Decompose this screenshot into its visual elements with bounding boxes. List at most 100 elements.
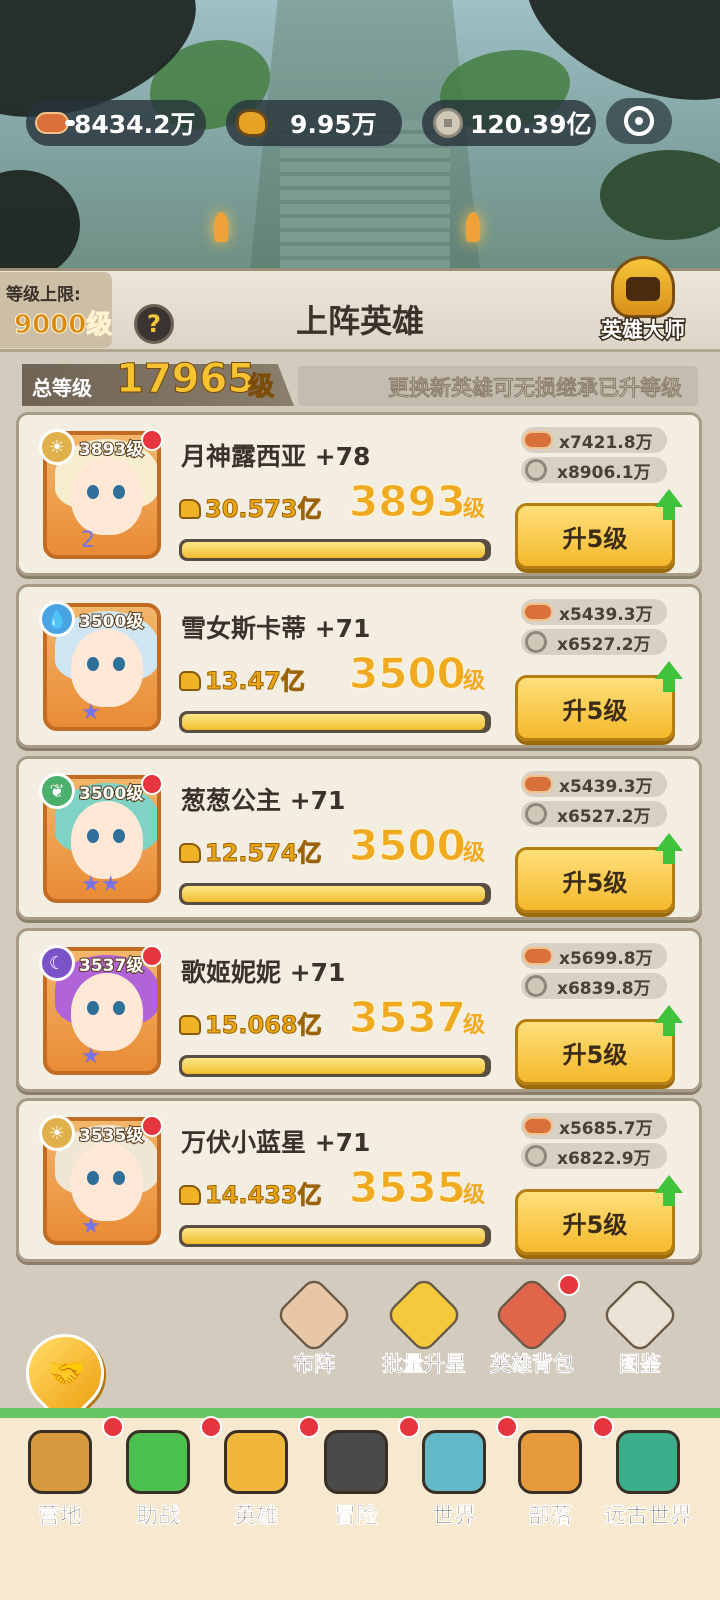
nav-camp[interactable]: 营地 [10, 1416, 124, 1530]
hero-power: 15.068亿 [179, 1005, 322, 1040]
meat-cost-value: x5685.7万 [559, 1118, 653, 1139]
meat-icon [32, 103, 75, 143]
hero-card[interactable]: ★★ ❦ 3500级 葱葱公主 +71 12.574亿 3500 级 x5439… [16, 756, 702, 920]
codex-button[interactable]: 图鉴 [590, 1275, 690, 1378]
hero-level-unit: 级 [463, 1013, 486, 1038]
hero-card[interactable]: ★ 💧 3500级 雪女斯卡蒂 +71 13.47亿 3500 级 x5439.… [16, 584, 702, 748]
hero-progress-fill [182, 714, 485, 730]
upgrade-button[interactable]: 升5级 [515, 675, 675, 741]
notification-dot [141, 1115, 163, 1137]
meat-cost: x5439.3万 [521, 599, 667, 625]
meat-cost-value: x7421.8万 [559, 432, 653, 453]
notification-dot [141, 945, 163, 967]
action-label: 英雄背包 [490, 1352, 575, 1377]
coin-cost-value: x6822.9万 [557, 1148, 651, 1169]
total-level-unit: 级 [247, 372, 275, 403]
hero-eye [87, 1001, 99, 1015]
meat-icon [523, 775, 553, 793]
star-rank: ★★ [81, 872, 121, 897]
hero-master-button[interactable]: 英雄大师 [595, 256, 691, 352]
batch-star-button[interactable]: 批量升星 [374, 1275, 474, 1378]
nav-world[interactable]: 世界 [404, 1416, 518, 1530]
hero-face [71, 1143, 143, 1221]
hero-card[interactable]: ★ ☀ 3535级 万伏小蓝星 +71 14.433亿 3535 级 x5685… [16, 1098, 702, 1262]
notification-dot [558, 1274, 580, 1296]
upgrade-button[interactable]: 升5级 [515, 1189, 675, 1255]
hero-progress-bar [179, 1225, 491, 1247]
hero-progress-bar [179, 883, 491, 905]
nav-label: 助战 [135, 1504, 181, 1530]
tribe-icon [518, 1430, 582, 1494]
coin-cost: x6822.9万 [521, 1143, 667, 1169]
hero-card[interactable]: ★ ☾ 3537级 歌姬妮妮 +71 15.068亿 3537 级 x5699.… [16, 928, 702, 1092]
upgrade-button[interactable]: 升5级 [515, 1019, 675, 1085]
hero-eye [87, 1171, 99, 1185]
nav-ancient-world[interactable]: 远古世界 [598, 1430, 698, 1530]
fist-icon [179, 843, 201, 863]
action-label: 布阵 [293, 1352, 336, 1377]
hero-eye [87, 829, 99, 843]
hero-name: 雪女斯卡蒂 +71 [181, 614, 371, 643]
hero-face [71, 629, 143, 707]
nav-adventure[interactable]: 冒险 [306, 1416, 420, 1530]
upgrade-button[interactable]: 升5级 [515, 847, 675, 913]
hero-name: 月神露西亚 +78 [181, 442, 371, 471]
coin-cost-value: x6527.2万 [557, 634, 651, 655]
settings-button[interactable] [606, 98, 672, 144]
nav-hero[interactable]: 英雄 [206, 1416, 320, 1530]
total-level-value: 17965 [115, 356, 256, 403]
meat-resource[interactable]: 8434.2万 [26, 100, 206, 146]
coin-cost-value: x8906.1万 [557, 462, 651, 483]
codex-icon [600, 1275, 680, 1355]
ore-icon [232, 103, 272, 143]
nav-tribe[interactable]: 部落 [500, 1416, 614, 1530]
nav-label: 远古世界 [603, 1504, 693, 1530]
hero-level-badge: 3537级 [78, 955, 144, 977]
hero-level-unit: 级 [463, 497, 486, 522]
hero-bag-button[interactable]: 英雄背包 [482, 1274, 582, 1378]
coin-cost-value: x6839.8万 [557, 978, 651, 999]
coin-icon [525, 631, 547, 653]
meat-cost-value: x5699.8万 [559, 948, 653, 969]
notification-dot [141, 429, 163, 451]
hero-face [71, 801, 143, 879]
coin-cost: x6527.2万 [521, 801, 667, 827]
upgrade-button[interactable]: 升5级 [515, 503, 675, 569]
hero-level-unit: 级 [463, 841, 486, 866]
hero-icon [224, 1430, 288, 1494]
action-label: 图鉴 [619, 1352, 662, 1377]
hero-eye [87, 657, 99, 671]
star-rank: ★ [81, 1214, 101, 1239]
hero-power-value: 15.068亿 [205, 1011, 323, 1040]
fist-icon [179, 1015, 201, 1035]
hero-power: 12.574亿 [179, 833, 322, 868]
nav-label: 世界 [431, 1504, 477, 1530]
hero-name: 歌姬妮妮 +71 [181, 958, 346, 987]
hero-level: 3500 [349, 821, 467, 871]
fist-icon [179, 499, 201, 519]
nav-assist[interactable]: 助战 [108, 1416, 222, 1530]
hero-power-value: 12.574亿 [205, 839, 323, 868]
handshake-icon: 🤝 [47, 1356, 86, 1392]
coin-resource[interactable]: 120.39亿 [422, 100, 596, 146]
coin-cost-value: x6527.2万 [557, 806, 651, 827]
world-icon [422, 1430, 486, 1494]
helmet-icon [611, 256, 675, 318]
hero-power: 13.47亿 [179, 661, 305, 696]
formation-button[interactable]: 布阵 [264, 1275, 364, 1378]
help-button[interactable]: ? [134, 304, 174, 344]
meat-icon [523, 603, 553, 621]
upgrade-arrow-icon [655, 1175, 683, 1206]
hero-eye [113, 1001, 125, 1015]
meat-icon [523, 431, 553, 449]
hero-master-label: 英雄大师 [600, 317, 687, 344]
meat-cost: x7421.8万 [521, 427, 667, 453]
ore-amount: 9.95万 [290, 110, 377, 139]
hero-power-value: 30.573亿 [205, 495, 323, 524]
hero-name: 葱葱公主 +71 [181, 786, 346, 815]
meat-cost-value: x5439.3万 [559, 776, 653, 797]
ore-resource[interactable]: 9.95万 [226, 100, 402, 146]
hero-card[interactable]: 2 ☀ 3893级 月神露西亚 +78 30.573亿 3893 级 x7421… [16, 412, 702, 576]
foreground-leaf [0, 170, 80, 270]
coin-cost: x8906.1万 [521, 457, 667, 483]
